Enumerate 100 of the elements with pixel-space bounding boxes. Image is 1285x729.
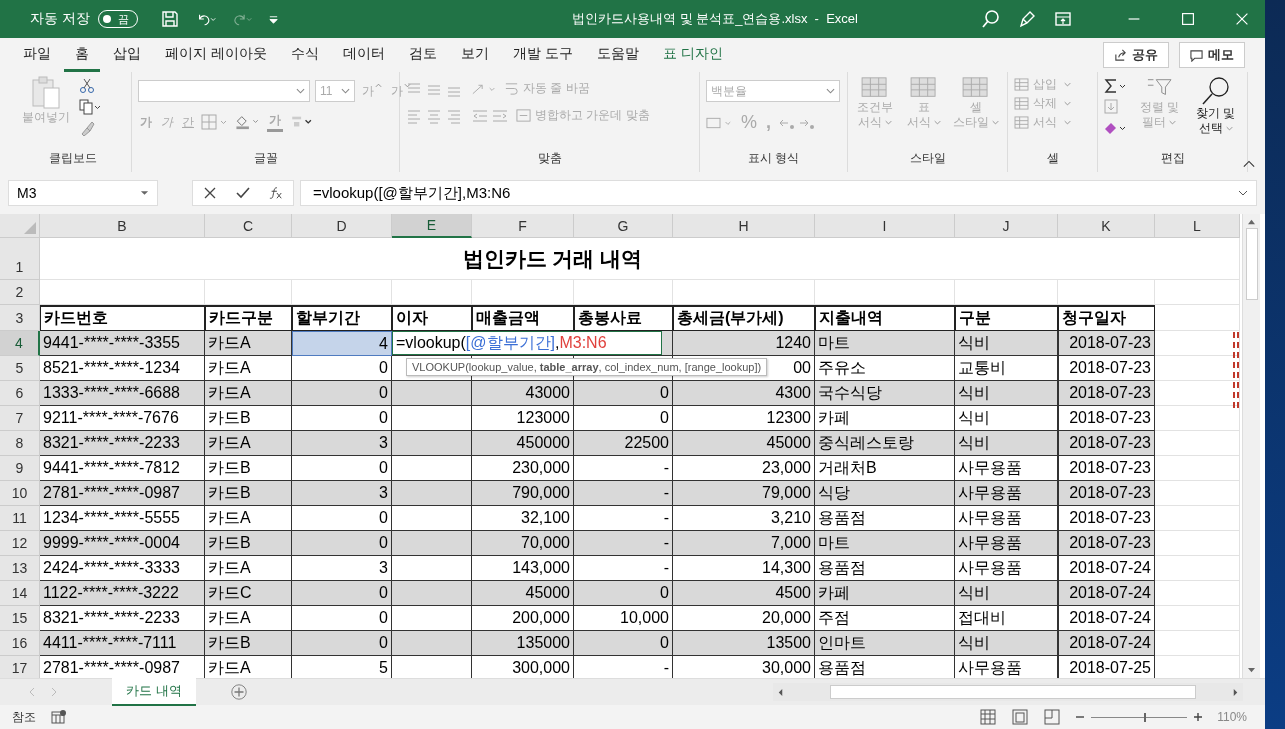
- column-header[interactable]: B: [40, 214, 205, 238]
- sheet-tab[interactable]: 카드 내역: [112, 678, 196, 706]
- ribbon-tab[interactable]: 삽입: [102, 38, 152, 72]
- vertical-scrollbar[interactable]: [1242, 214, 1260, 678]
- row-header[interactable]: 6: [0, 381, 40, 406]
- row-header[interactable]: 16: [0, 631, 40, 656]
- eraser-icon[interactable]: [1104, 120, 1128, 136]
- table-cell: 2018-07-23: [1058, 481, 1155, 506]
- table-cell: 32,100: [472, 506, 574, 531]
- table-cell: 230,000: [472, 456, 574, 481]
- ribbon-tab[interactable]: 수식: [279, 38, 330, 72]
- column-header[interactable]: H: [673, 214, 815, 238]
- row-header[interactable]: 8: [0, 431, 40, 456]
- table-cell: 4411-****-****-7111: [40, 631, 205, 656]
- comment-button[interactable]: 메모: [1179, 42, 1245, 68]
- column-header[interactable]: J: [955, 214, 1058, 238]
- page-layout-icon[interactable]: [1011, 709, 1030, 725]
- row-header[interactable]: 5: [0, 356, 40, 381]
- ribbon-tab[interactable]: 파일: [12, 38, 62, 72]
- corner-triangle-icon: [24, 222, 36, 234]
- save-icon[interactable]: [159, 9, 180, 29]
- table-cell: 0: [292, 456, 392, 481]
- maximize-icon[interactable]: [1179, 10, 1197, 28]
- table-cell: 카드B: [205, 531, 292, 556]
- scrollbar-thumb[interactable]: [830, 685, 1196, 699]
- down-arrow-icon[interactable]: [1247, 667, 1256, 674]
- row-header[interactable]: 17: [0, 656, 40, 678]
- ribbon-tab[interactable]: 도움말: [585, 38, 650, 72]
- collapse-ribbon-icon[interactable]: [1243, 160, 1255, 168]
- table-cell: 0: [574, 406, 673, 431]
- font-name-field[interactable]: [138, 80, 310, 102]
- enter-icon[interactable]: [236, 186, 250, 200]
- comment-icon: [1190, 48, 1203, 62]
- share-button[interactable]: 공유: [1103, 42, 1169, 68]
- cells-icon: [1014, 116, 1029, 129]
- table-cell: 2018-07-23: [1058, 406, 1155, 431]
- ribbon-tab[interactable]: 보기: [449, 38, 500, 72]
- table-cell: -: [574, 556, 673, 581]
- add-sheet-icon[interactable]: [229, 683, 248, 701]
- normal-view-icon[interactable]: [979, 709, 998, 725]
- ribbon-tab[interactable]: 홈: [64, 38, 100, 72]
- row-header[interactable]: 7: [0, 406, 40, 431]
- group-label: 맞춤: [536, 150, 563, 167]
- search-icon[interactable]: [981, 9, 1001, 29]
- table-cell: 3: [292, 556, 392, 581]
- row-header[interactable]: 12: [0, 531, 40, 556]
- left-arrow-icon[interactable]: [777, 687, 784, 697]
- row-header[interactable]: 13: [0, 556, 40, 581]
- table-cell: 중식레스토랑: [815, 431, 955, 456]
- customize-caret-icon[interactable]: [267, 13, 279, 25]
- row-header[interactable]: 9: [0, 456, 40, 481]
- table-cell: 0: [574, 631, 673, 656]
- autosum-icon[interactable]: [1104, 78, 1128, 94]
- ribbon-tab[interactable]: 데이터: [331, 38, 396, 72]
- table-cell: 2018-07-23: [1058, 531, 1155, 556]
- column-header[interactable]: D: [292, 214, 392, 238]
- column-header[interactable]: F: [472, 214, 574, 238]
- table-cell: 식비: [955, 331, 1058, 356]
- row-header[interactable]: 15: [0, 606, 40, 631]
- column-header[interactable]: L: [1155, 214, 1240, 238]
- row-header[interactable]: 2: [0, 280, 40, 305]
- row-header[interactable]: 11: [0, 506, 40, 531]
- table-cell: -: [574, 456, 673, 481]
- table-cell: 0: [292, 506, 392, 531]
- row-header[interactable]: 3: [0, 305, 40, 331]
- ribbon-tab[interactable]: 개발 도구: [501, 38, 584, 72]
- page-break-icon[interactable]: [1043, 709, 1062, 725]
- table-cell: 식비: [955, 631, 1058, 656]
- up-arrow-icon[interactable]: [1247, 218, 1256, 225]
- zoom-in-icon[interactable]: [1193, 712, 1204, 722]
- column-header[interactable]: C: [205, 214, 292, 238]
- column-header[interactable]: I: [815, 214, 955, 238]
- formula-field[interactable]: =vlookup([@할부기간],M3:N6: [300, 180, 1257, 206]
- ribbon-display-icon[interactable]: [1053, 9, 1073, 29]
- row-header[interactable]: 14: [0, 581, 40, 606]
- column-header[interactable]: G: [574, 214, 673, 238]
- scissors-icon[interactable]: [78, 78, 96, 94]
- up-caret-icon: [375, 82, 382, 88]
- cell-editor[interactable]: =vlookup([@할부기간],M3:N6: [392, 331, 662, 355]
- row-header[interactable]: 1: [0, 238, 40, 280]
- row-header[interactable]: 4: [0, 331, 40, 356]
- table-cell: 용품점: [815, 506, 955, 531]
- row-header[interactable]: 10: [0, 481, 40, 506]
- column-header[interactable]: K: [1058, 214, 1155, 238]
- right-arrow-icon[interactable]: [1232, 687, 1239, 697]
- table-cell: 카페: [815, 406, 955, 431]
- find-select-button[interactable]: 찾기 및 선택: [1190, 74, 1241, 138]
- cancel-icon[interactable]: [202, 186, 217, 200]
- caret-icon: [1064, 120, 1071, 125]
- horizontal-scrollbar[interactable]: [773, 683, 1243, 701]
- ribbon-tab[interactable]: 페이지 레이아웃: [154, 38, 278, 72]
- insert-function-icon[interactable]: [269, 186, 284, 200]
- macro-record-icon[interactable]: [50, 709, 68, 725]
- ribbon-tab[interactable]: 표 디자인: [651, 38, 734, 72]
- pen-icon[interactable]: [1017, 9, 1037, 29]
- ribbon-tab[interactable]: 검토: [397, 38, 448, 72]
- scrollbar-thumb[interactable]: [1245, 228, 1258, 300]
- column-header[interactable]: E: [392, 214, 472, 238]
- name-box[interactable]: M3: [8, 180, 158, 206]
- copy-icon[interactable]: [78, 99, 102, 115]
